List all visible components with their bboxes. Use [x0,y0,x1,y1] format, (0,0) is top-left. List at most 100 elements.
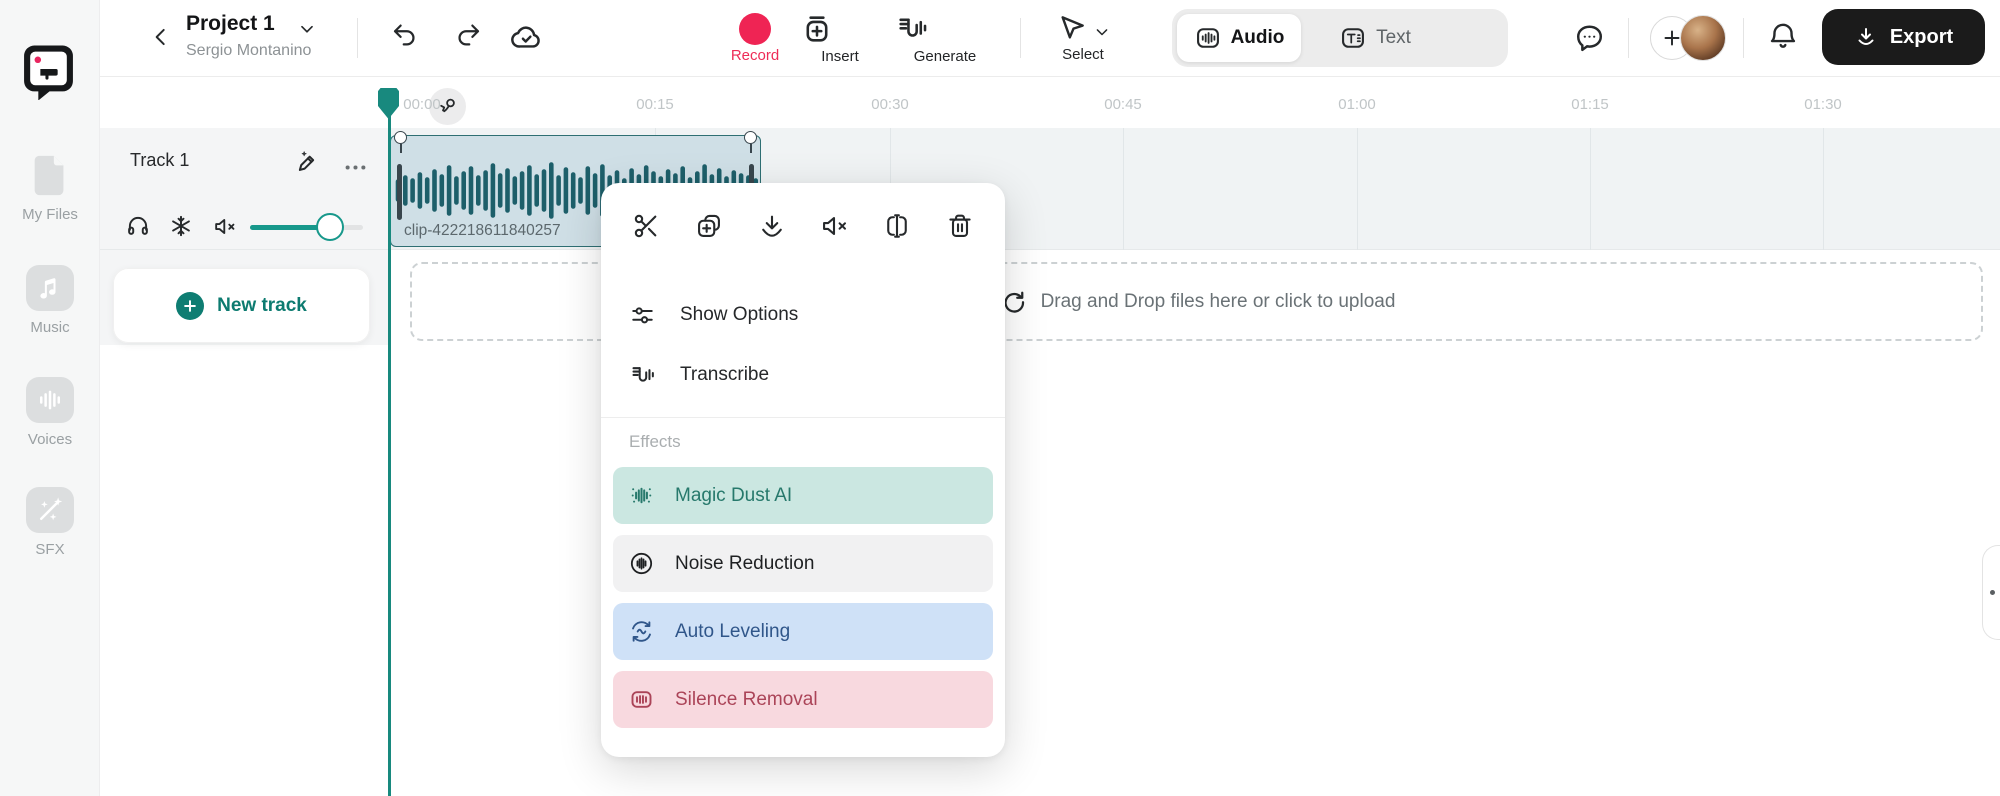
back-button[interactable] [148,24,174,50]
effect-noise-reduction[interactable]: Noise Reduction [613,535,993,592]
magic-dust-icon [628,482,655,509]
ruler-tick: 01:00 [1338,96,1376,113]
new-track-button[interactable]: New track [113,268,370,343]
gridline [1357,128,1358,250]
download-icon [758,212,786,240]
sidebar-item-my-files[interactable]: My Files [0,152,100,223]
noise-reduction-icon [628,550,655,577]
insert-icon [800,12,880,46]
sliders-icon [629,302,656,329]
ruler-tick: 01:30 [1804,96,1842,113]
auto-leveling-icon [628,618,655,645]
avatar[interactable] [1680,15,1726,61]
tab-audio[interactable]: Audio [1177,14,1301,62]
sidebar-item-label: My Files [0,206,100,223]
menu-item-label: Show Options [680,304,798,326]
gridline [1123,128,1124,250]
dropzone-label: Drag and Drop files here or click to upl… [1041,291,1396,313]
top-bar: Project 1 Sergio Montanino Record Insert [100,0,2000,77]
insert-label: Insert [800,48,880,65]
download-icon [1854,25,1878,49]
effect-label: Noise Reduction [675,553,814,575]
split-button[interactable] [882,211,912,241]
new-track-label: New track [217,295,307,317]
delete-button[interactable] [945,211,975,241]
record-icon [739,13,771,45]
generate-label: Generate [895,48,995,65]
clip-fade-in-handle[interactable] [394,131,407,144]
cursor-pointer-icon [1054,12,1112,44]
divider [1628,18,1629,58]
mute-speaker-icon [820,212,848,240]
track-name: Track 1 [130,150,189,171]
effect-silence-removal[interactable]: Silence Removal [613,671,993,728]
split-icon [883,212,911,240]
clip-context-menu: Show Options Transcribe Effects Magic Du… [601,183,1005,757]
magic-wand-icon [26,487,74,533]
export-label: Export [1890,26,1953,49]
effect-auto-leveling[interactable]: Auto Leveling [613,603,993,660]
clip-trim-handle-left[interactable] [397,164,402,220]
export-button[interactable]: Export [1822,9,1985,65]
ruler-tick: 01:15 [1571,96,1609,113]
redo-button[interactable] [453,20,483,50]
clip-action-row [631,197,975,255]
volume-slider[interactable] [250,225,363,230]
effect-label: Auto Leveling [675,621,790,643]
download-button[interactable] [757,211,787,241]
left-sidebar: My Files Music Voices SFX [0,0,100,796]
generate-button[interactable]: Generate [895,0,995,77]
menu-item-transcribe[interactable]: Transcribe [613,345,993,405]
sidebar-item-label: SFX [0,541,100,558]
duplicate-icon [695,212,723,240]
playhead-line [388,88,391,796]
collapsed-side-panel-handle[interactable] [1982,545,2000,640]
ruler-tick: 00:30 [871,96,909,113]
plus-icon [176,292,204,320]
menu-item-show-options[interactable]: Show Options [613,285,993,345]
transcribe-icon [629,362,656,389]
mode-toggle: Audio Text [1172,9,1508,67]
tab-audio-label: Audio [1231,27,1285,49]
select-tool-button[interactable]: Select [1038,0,1128,77]
project-title: Project 1 [186,12,275,36]
trash-icon [946,212,974,240]
tab-text[interactable]: Text [1310,9,1440,67]
sidebar-item-sfx[interactable]: SFX [0,487,100,558]
clip-fade-out-handle[interactable] [744,131,757,144]
solo-headphones-button[interactable] [125,213,151,239]
sidebar-item-label: Voices [0,431,100,448]
ruler-tick: 00:00 [403,96,441,113]
volume-slider-knob[interactable] [316,213,344,241]
duplicate-button[interactable] [694,211,724,241]
menu-item-label: Transcribe [680,364,769,386]
divider [1020,18,1021,58]
project-menu-chevron-down-icon[interactable] [296,18,318,40]
track-more-options-button[interactable] [342,154,369,181]
enhance-pencil-icon[interactable] [292,148,319,175]
scissors-icon [632,212,660,240]
sidebar-item-music[interactable]: Music [0,265,100,336]
sidebar-item-label: Music [0,319,100,336]
notifications-bell-button[interactable] [1767,20,1799,52]
effect-label: Silence Removal [675,689,818,711]
gridline [1590,128,1591,250]
podcastle-logo[interactable] [20,42,77,100]
effect-magic-dust-ai[interactable]: Magic Dust AI [613,467,993,524]
project-owner: Sergio Montanino [186,42,311,60]
effect-label: Magic Dust AI [675,485,792,507]
mute-speaker-button[interactable] [212,214,237,239]
divider [1743,18,1744,58]
freeze-snowflake-button[interactable] [168,213,194,239]
chat-feedback-button[interactable] [1573,21,1606,54]
cut-button[interactable] [631,211,661,241]
insert-button[interactable]: Insert [800,0,880,77]
cloud-sync-status-icon[interactable] [510,21,543,54]
music-note-icon [26,265,74,311]
effects-section-label: Effects [629,432,993,456]
sidebar-item-voices[interactable]: Voices [0,377,100,448]
record-button[interactable]: Record [715,0,795,77]
silence-removal-icon [628,686,655,713]
undo-button[interactable] [390,20,420,50]
mute-clip-button[interactable] [819,211,849,241]
